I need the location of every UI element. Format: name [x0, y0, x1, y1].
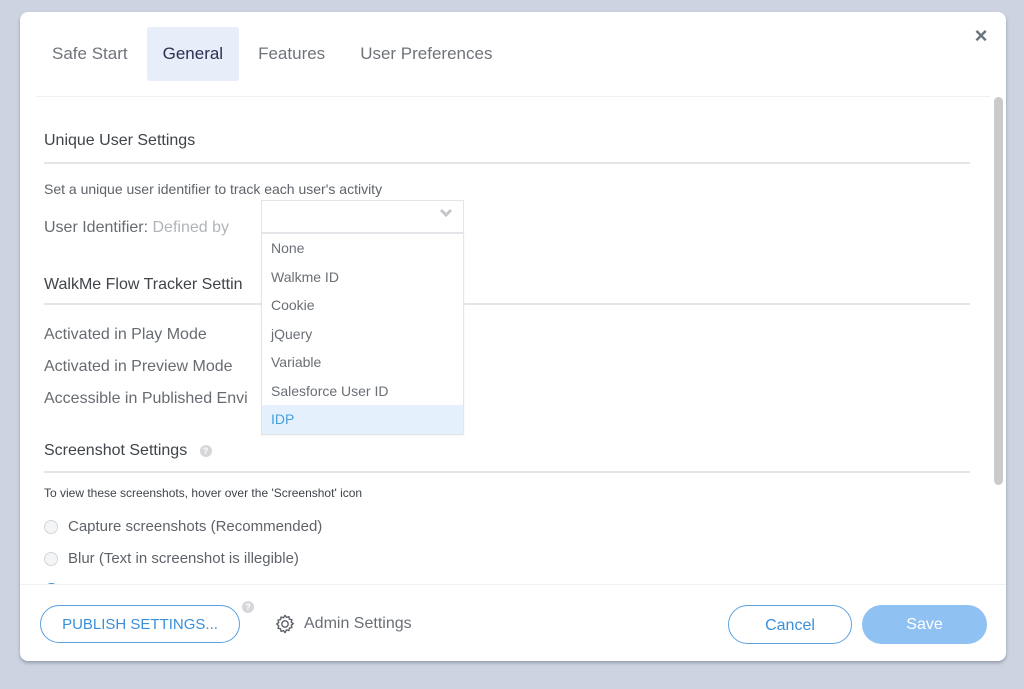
identifier-label: User Identifier: [44, 219, 149, 236]
footer-divider [20, 584, 1006, 585]
help-icon[interactable]: ? [242, 601, 254, 613]
settings-scroll-area[interactable]: Unique User Settings Set a unique user i… [20, 98, 1006, 584]
tab-bar: Safe Start General Features User Prefere… [36, 27, 511, 81]
admin-settings-label: Admin Settings [304, 615, 412, 632]
screenshot-settings-title: Screenshot Settings ? [44, 442, 212, 460]
dropdown-option-idp[interactable]: IDP [262, 405, 463, 434]
user-identifier-select[interactable] [261, 200, 464, 233]
section-divider [44, 471, 970, 473]
gear-icon [275, 614, 295, 634]
dropdown-option-salesforce-user-id[interactable]: Salesforce User ID [262, 377, 463, 406]
tab-safe-start[interactable]: Safe Start [36, 27, 144, 81]
section-divider [44, 162, 970, 164]
dropdown-option-none[interactable]: None [262, 234, 463, 263]
radio-button[interactable] [44, 551, 58, 566]
tab-divider [36, 96, 990, 97]
flow-tracker-item: Accessible in Published Envi [44, 390, 248, 407]
flow-tracker-title: WalkMe Flow Tracker Settin [44, 276, 243, 293]
save-button[interactable]: Save [862, 605, 987, 644]
close-icon[interactable]: × [970, 25, 992, 47]
unique-user-title: Unique User Settings [44, 132, 196, 149]
screenshot-title-text: Screenshot Settings [44, 442, 188, 459]
user-identifier-label: User Identifier: Defined by [44, 219, 229, 237]
screenshot-description: To view these screenshots, hover over th… [44, 486, 363, 500]
radio-capture-screenshots[interactable]: Capture screenshots (Recommended) [44, 518, 322, 535]
flow-tracker-item: Activated in Preview Mode [44, 358, 233, 375]
radio-label: Blur (Text in screenshot is illegible) [68, 550, 299, 567]
radio-button[interactable] [44, 519, 58, 534]
tab-user-preferences[interactable]: User Preferences [344, 27, 508, 81]
section-divider [44, 303, 970, 305]
radio-blur[interactable]: Blur (Text in screenshot is illegible) [44, 550, 299, 567]
tab-general[interactable]: General [146, 27, 240, 81]
scrollbar-thumb[interactable] [994, 97, 1003, 485]
chevron-down-icon [439, 207, 453, 221]
help-icon[interactable]: ? [199, 444, 212, 457]
dropdown-option-walkme-id[interactable]: Walkme ID [262, 263, 463, 292]
unique-user-description: Set a unique user identifier to track ea… [44, 181, 383, 197]
dropdown-option-cookie[interactable]: Cookie [262, 291, 463, 320]
admin-settings-link[interactable]: Admin Settings [274, 613, 412, 635]
radio-label: Capture screenshots (Recommended) [68, 518, 323, 535]
settings-modal: Safe Start General Features User Prefere… [20, 12, 1006, 661]
cancel-button[interactable]: Cancel [728, 605, 852, 644]
publish-settings-button[interactable]: PUBLISH SETTINGS... [40, 605, 240, 643]
identifier-hint: Defined by [152, 219, 230, 236]
flow-tracker-item: Activated in Play Mode [44, 326, 207, 343]
dropdown-option-variable[interactable]: Variable [262, 348, 463, 377]
dropdown-option-jquery[interactable]: jQuery [262, 320, 463, 349]
tab-features[interactable]: Features [242, 27, 341, 81]
user-identifier-dropdown: None Walkme ID Cookie jQuery Variable Sa… [261, 233, 464, 435]
